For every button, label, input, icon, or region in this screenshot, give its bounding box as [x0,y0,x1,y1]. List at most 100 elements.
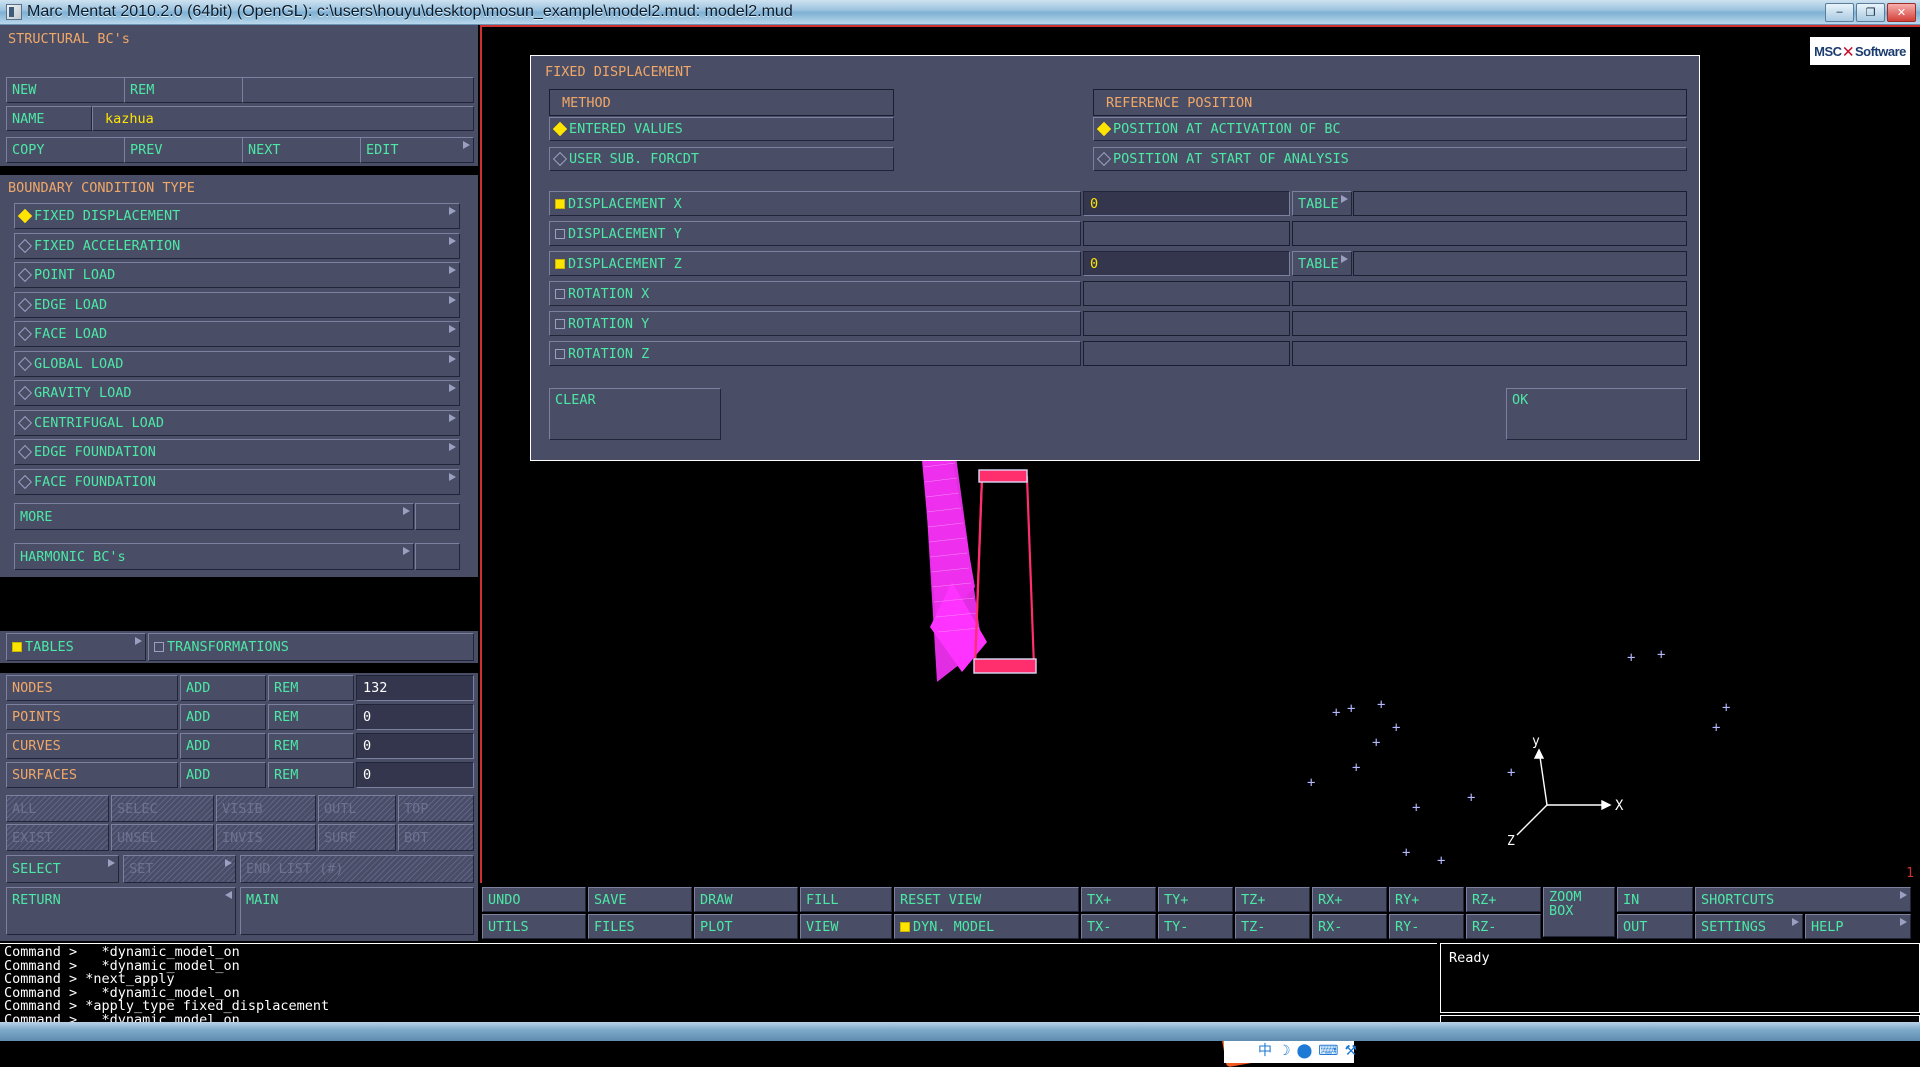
edit-button[interactable]: EDIT [360,137,474,163]
filter-selec[interactable]: SELEC [111,795,214,822]
bc-type-fixed-acceleration[interactable]: FIXED ACCELERATION [14,232,460,259]
filter-top[interactable]: TOP [398,795,474,822]
toolbar-ry-[interactable]: RY+ [1389,887,1464,912]
clear-button[interactable]: CLEAR [549,388,721,440]
ime-chinese-icon[interactable]: 中 [1258,1043,1272,1057]
bc-type-global-load[interactable]: GLOBAL LOAD [14,350,460,377]
entity-rem-surfaces[interactable]: REM [268,762,354,788]
ime-keyboard-icon[interactable]: ⌨ [1318,1043,1338,1057]
new-button[interactable]: NEW [6,77,125,103]
refpos-option-start[interactable]: POSITION AT START OF ANALYSIS [1093,147,1687,171]
entity-add-nodes[interactable]: ADD [180,675,266,701]
filter-bot[interactable]: BOT [398,824,474,851]
toolbar-view[interactable]: VIEW [800,914,892,939]
bc-type-face-foundation[interactable]: FACE FOUNDATION [14,468,460,495]
model-viewport[interactable]: MSC ✕ Software X y Z + + + + + + + + + +… [480,25,1920,883]
toolbar-rx-[interactable]: RX- [1312,914,1387,939]
dof-value-input-4[interactable] [1083,311,1290,336]
toolbar-reset-view[interactable]: RESET VIEW [894,887,1079,912]
toolbar-fill[interactable]: FILL [800,887,892,912]
select-button[interactable]: SELECT [6,855,119,883]
dof-table-button-3[interactable] [1292,281,1687,306]
toolbar-tz-[interactable]: TZ+ [1235,887,1310,912]
minimize-button[interactable]: – [1825,2,1854,22]
dof-table-button-5[interactable] [1292,341,1687,366]
main-button[interactable]: MAIN [240,887,474,935]
dof-table-button-0[interactable]: TABLE [1292,191,1352,216]
windows-taskbar[interactable] [0,1022,1920,1041]
dof-value-input-0[interactable]: 0 [1083,191,1290,216]
tables-button[interactable]: TABLES [6,633,146,661]
toolbar-files[interactable]: FILES [588,914,692,939]
dof-table-name-field-2[interactable] [1353,251,1687,276]
toolbar-rz-[interactable]: RZ+ [1466,887,1541,912]
return-button[interactable]: RETURN [6,887,236,935]
toolbar-plot[interactable]: PLOT [694,914,798,939]
dof-table-button-4[interactable] [1292,311,1687,336]
toolbar-draw[interactable]: DRAW [694,887,798,912]
refpos-option-activation[interactable]: POSITION AT ACTIVATION OF BC [1093,117,1687,141]
filter-invis[interactable]: INVIS [216,824,316,851]
entity-rem-nodes[interactable]: REM [268,675,354,701]
dof-value-input-3[interactable] [1083,281,1290,306]
harmonic-extra-button[interactable] [415,543,460,570]
transformations-button[interactable]: TRANSFORMATIONS [148,633,474,661]
more-extra-button[interactable] [415,503,460,530]
dof-table-button-1[interactable] [1292,221,1687,246]
toolbar-zoom-in[interactable]: IN [1617,887,1693,912]
method-option-user-sub[interactable]: USER SUB. FORCDT [549,147,894,171]
dof-value-input-2[interactable]: 0 [1083,251,1290,276]
bc-type-centrifugal-load[interactable]: CENTRIFUGAL LOAD [14,409,460,436]
toolbar-tx-[interactable]: TX+ [1081,887,1156,912]
bc-type-face-load[interactable]: FACE LOAD [14,321,460,347]
toolbar-undo[interactable]: UNDO [482,887,586,912]
entity-rem-points[interactable]: REM [268,704,354,730]
entity-add-curves[interactable]: ADD [180,733,266,759]
entity-rem-curves[interactable]: REM [268,733,354,759]
top-blank-field[interactable] [242,77,474,103]
bc-type-edge-load[interactable]: EDGE LOAD [14,291,460,318]
more-button[interactable]: MORE [14,503,414,530]
filter-exist[interactable]: EXIST [6,824,109,851]
set-button[interactable]: SET [123,855,236,883]
rem-button[interactable]: REM [124,77,243,103]
maximize-button[interactable]: ❐ [1856,2,1885,22]
toolbar-help[interactable]: HELP [1805,914,1911,939]
dof-rotation-x[interactable]: ROTATION X [549,281,1081,306]
close-button[interactable]: ✕ [1887,2,1916,22]
harmonic-bc-button[interactable]: HARMONIC BC's [14,543,414,570]
filter-outl[interactable]: OUTL [318,795,396,822]
bc-type-fixed-displacement[interactable]: FIXED DISPLACEMENT [14,203,460,229]
toolbar-save[interactable]: SAVE [588,887,692,912]
toolbar-tz-[interactable]: TZ- [1235,914,1310,939]
filter-visib[interactable]: VISIB [216,795,316,822]
filter-all[interactable]: ALL [6,795,109,822]
dof-value-input-5[interactable] [1083,341,1290,366]
dof-table-name-field-0[interactable] [1353,191,1687,216]
entity-add-surfaces[interactable]: ADD [180,762,266,788]
ok-button[interactable]: OK [1506,388,1687,440]
dof-rotation-z[interactable]: ROTATION Z [549,341,1081,366]
bc-type-edge-foundation[interactable]: EDGE FOUNDATION [14,439,460,465]
toolbar-zoom-out[interactable]: OUT [1617,914,1693,939]
dof-table-button-2[interactable]: TABLE [1292,251,1352,276]
filter-surf[interactable]: SURF [318,824,396,851]
dof-displacement-z[interactable]: DISPLACEMENT Z [549,251,1081,276]
toolbar-ry-[interactable]: RY- [1389,914,1464,939]
end-list-button[interactable]: END LIST (#) [240,855,474,883]
bc-type-point-load[interactable]: POINT LOAD [14,262,460,288]
toolbar-rx-[interactable]: RX+ [1312,887,1387,912]
dof-rotation-y[interactable]: ROTATION Y [549,311,1081,336]
copy-button[interactable]: COPY [6,137,125,163]
entity-add-points[interactable]: ADD [180,704,266,730]
toolbar-shortcuts[interactable]: SHORTCUTS [1695,887,1911,912]
bc-type-gravity-load[interactable]: GRAVITY LOAD [14,380,460,406]
toolbar-settings[interactable]: SETTINGS [1695,914,1803,939]
toolbar-dyn-model[interactable]: DYN. MODEL [894,914,1079,939]
method-option-entered-values[interactable]: ENTERED VALUES [549,117,894,141]
ime-tools-icon[interactable]: ⚒ [1344,1043,1357,1057]
toolbar-ty-[interactable]: TY+ [1158,887,1233,912]
ime-moon-icon[interactable]: ☽ [1278,1043,1291,1057]
dof-displacement-x[interactable]: DISPLACEMENT X [549,191,1081,216]
next-button[interactable]: NEXT [242,137,361,163]
